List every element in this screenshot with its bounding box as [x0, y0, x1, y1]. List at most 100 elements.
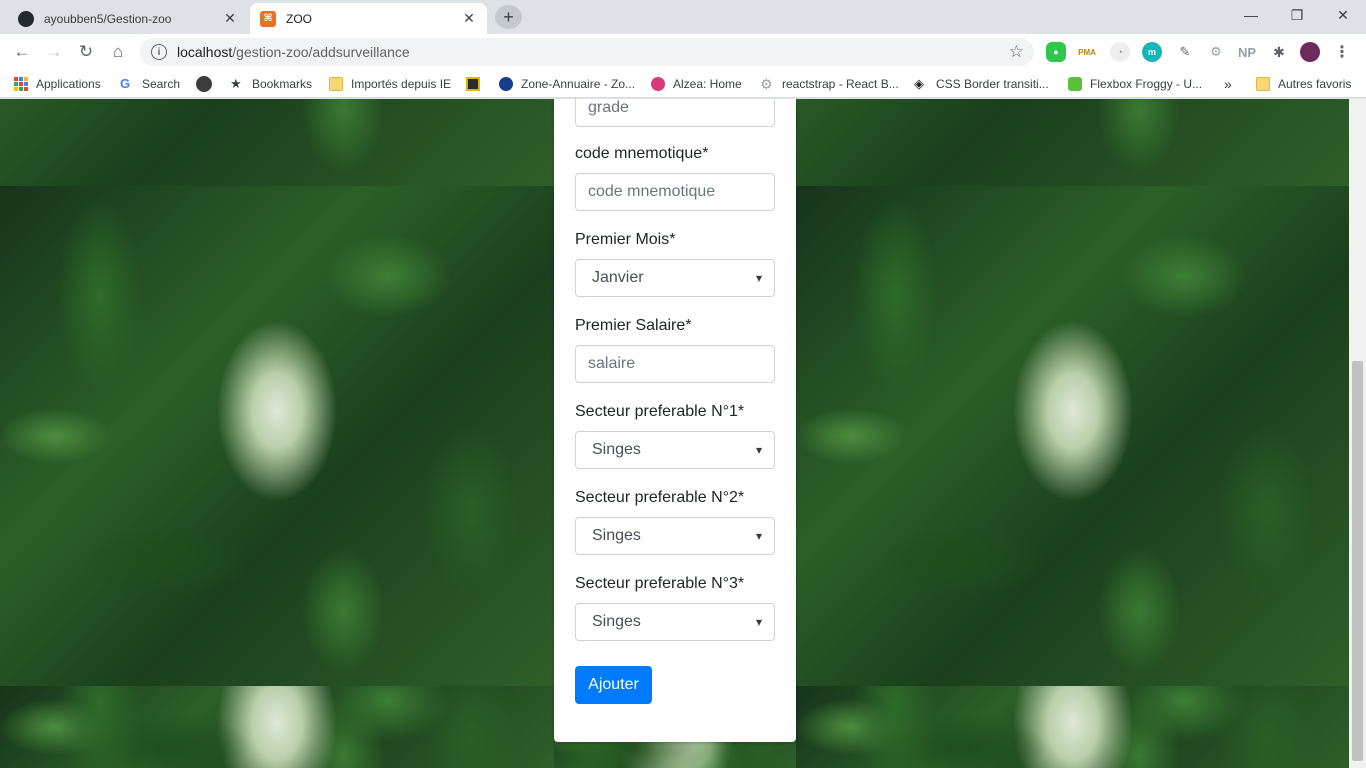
close-window-icon[interactable]: ✕: [1320, 0, 1366, 30]
secteur3-select[interactable]: Singes ▾: [575, 603, 775, 641]
alzea-icon: [651, 77, 665, 91]
secteur2-value: Singes: [592, 527, 641, 544]
yellow-square-icon: [466, 77, 480, 91]
code-placeholder: code mnemotique: [588, 183, 716, 200]
forward-icon[interactable]: →: [40, 38, 68, 66]
globe-icon: [499, 77, 513, 91]
close-tab-icon[interactable]: ✕: [461, 10, 477, 27]
frog-icon: [1068, 77, 1082, 91]
tab-zoo[interactable]: ⌘ ZOO ✕: [250, 3, 487, 34]
extension-gray-icon[interactable]: ◔: [1110, 42, 1130, 62]
folder-icon: [1256, 77, 1270, 91]
chevron-down-icon: ▾: [755, 529, 762, 543]
extension-puzzle-gray-icon[interactable]: ⚙: [1206, 42, 1226, 62]
secteur2-select[interactable]: Singes ▾: [575, 517, 775, 555]
folder-icon: [329, 77, 343, 91]
secteur3-value: Singes: [592, 613, 641, 630]
tab-title: ZOO: [286, 11, 312, 26]
code-mnemotique-input[interactable]: code mnemotique: [575, 173, 775, 211]
secteur3-label: Secteur preferable N°3*: [575, 575, 745, 592]
reload-icon[interactable]: ↻: [72, 38, 100, 66]
close-tab-icon[interactable]: ✕: [222, 10, 238, 27]
bookmark-label: Importés depuis IE: [351, 77, 452, 91]
bookmark-label: Applications: [36, 77, 101, 91]
pma-icon[interactable]: PMA: [1077, 42, 1097, 62]
address-bar[interactable]: i localhost/gestion-zoo/addsurveillance …: [140, 38, 1034, 66]
salaire-input[interactable]: salaire: [575, 345, 775, 383]
np-icon[interactable]: NP: [1237, 42, 1257, 62]
page-content: grade code mnemotique* code mnemotique P…: [0, 99, 1366, 768]
star-icon: ★: [230, 76, 242, 91]
bookmark-importes-ie[interactable]: Importés depuis IE: [329, 76, 451, 92]
tab-strip: ayoubben5/Gestion-zoo ✕ ⌘ ZOO ✕ + — ❐ ✕: [0, 0, 1366, 34]
tab-github[interactable]: ayoubben5/Gestion-zoo ✕: [8, 3, 248, 34]
surveillance-form: grade code mnemotique* code mnemotique P…: [554, 99, 796, 742]
secteur1-value: Singes: [592, 441, 641, 458]
jungle-background: [796, 686, 1350, 768]
premier-mois-select[interactable]: Janvier ▾: [575, 259, 775, 297]
bookmark-label: reactstrap - React B...: [782, 77, 899, 91]
bookmark-label: CSS Border transiti...: [936, 77, 1049, 91]
bookmark-reactstrap[interactable]: ⚙ reactstrap - React B...: [760, 76, 899, 92]
bookmark-dark-circle[interactable]: [196, 76, 220, 92]
overflow-label: »: [1224, 76, 1232, 92]
grade-placeholder: grade: [588, 99, 629, 116]
bookmark-css-border[interactable]: ◈ CSS Border transiti...: [914, 76, 1049, 92]
menu-icon[interactable]: ⋮: [1332, 42, 1352, 62]
pma-label: PMA: [1078, 47, 1096, 57]
dark-circle-icon: [196, 76, 212, 92]
bookmark-alzea[interactable]: Alzea: Home: [651, 76, 742, 92]
jungle-background: [796, 186, 1350, 686]
new-tab-button[interactable]: +: [495, 5, 522, 29]
apps-grid-icon: [14, 77, 28, 91]
m-label: m: [1147, 47, 1156, 57]
bookmark-applications[interactable]: Applications: [14, 76, 101, 92]
jungle-background: [0, 99, 554, 186]
extension-green-icon[interactable]: ●: [1046, 42, 1066, 62]
bookmark-label: Zone-Annuaire - Zo...: [521, 77, 636, 91]
bookmark-star-icon[interactable]: ☆: [1009, 42, 1024, 62]
jungle-background: [0, 186, 554, 686]
restore-icon[interactable]: ❐: [1274, 0, 1320, 30]
google-icon: G: [120, 76, 131, 91]
bookmark-yellow-square[interactable]: [466, 76, 488, 92]
gear-icon: ⚙: [760, 76, 773, 92]
chevron-down-icon: ▾: [755, 271, 762, 285]
codepen-icon: ◈: [914, 76, 924, 91]
bookmarks-overflow-button[interactable]: »: [1224, 76, 1232, 92]
mois-value: Janvier: [592, 269, 644, 286]
avatar[interactable]: [1300, 42, 1320, 62]
scrollbar-thumb[interactable]: [1352, 361, 1363, 761]
salaire-label: Premier Salaire*: [575, 317, 692, 334]
secteur1-select[interactable]: Singes ▾: [575, 431, 775, 469]
secteur2-label: Secteur preferable N°2*: [575, 489, 745, 506]
github-icon: [18, 10, 34, 27]
eyedropper-icon[interactable]: ✎: [1175, 42, 1195, 62]
extension-m-icon[interactable]: m: [1142, 42, 1162, 62]
bookmark-flexbox-froggy[interactable]: Flexbox Froggy - U...: [1068, 76, 1202, 92]
grade-input[interactable]: grade: [575, 99, 775, 127]
back-icon[interactable]: ←: [8, 38, 36, 66]
bookmark-search[interactable]: G Search: [120, 76, 180, 92]
bookmark-label: Bookmarks: [252, 77, 313, 91]
bookmark-bookmarks[interactable]: ★ Bookmarks: [230, 76, 312, 92]
chevron-down-icon: ▾: [755, 615, 762, 629]
bookmark-autres-favoris[interactable]: Autres favoris: [1256, 76, 1351, 92]
chevron-down-icon: ▾: [755, 443, 762, 457]
bookmark-zone-annuaire[interactable]: Zone-Annuaire - Zo...: [499, 76, 635, 92]
page-scrollbar[interactable]: [1349, 99, 1366, 768]
bookmark-label: Flexbox Froggy - U...: [1090, 77, 1203, 91]
secteur1-label: Secteur preferable N°1*: [575, 403, 745, 420]
bookmarks-bar: Applications G Search ★ Bookmarks Import…: [0, 70, 1366, 98]
zoo-icon: ⌘: [260, 10, 276, 27]
bookmark-label: Search: [142, 77, 181, 91]
extensions-icon[interactable]: ✱: [1269, 42, 1289, 62]
ajouter-button[interactable]: Ajouter: [575, 666, 652, 704]
browser-toolbar: ← → ↻ ⌂ i localhost/gestion-zoo/addsurve…: [0, 34, 1366, 70]
minimize-icon[interactable]: —: [1228, 0, 1274, 30]
home-icon[interactable]: ⌂: [104, 38, 132, 66]
info-icon[interactable]: i: [151, 44, 167, 60]
salaire-placeholder: salaire: [588, 355, 636, 372]
url-host: localhost: [177, 44, 233, 60]
jungle-background: [796, 99, 1350, 186]
